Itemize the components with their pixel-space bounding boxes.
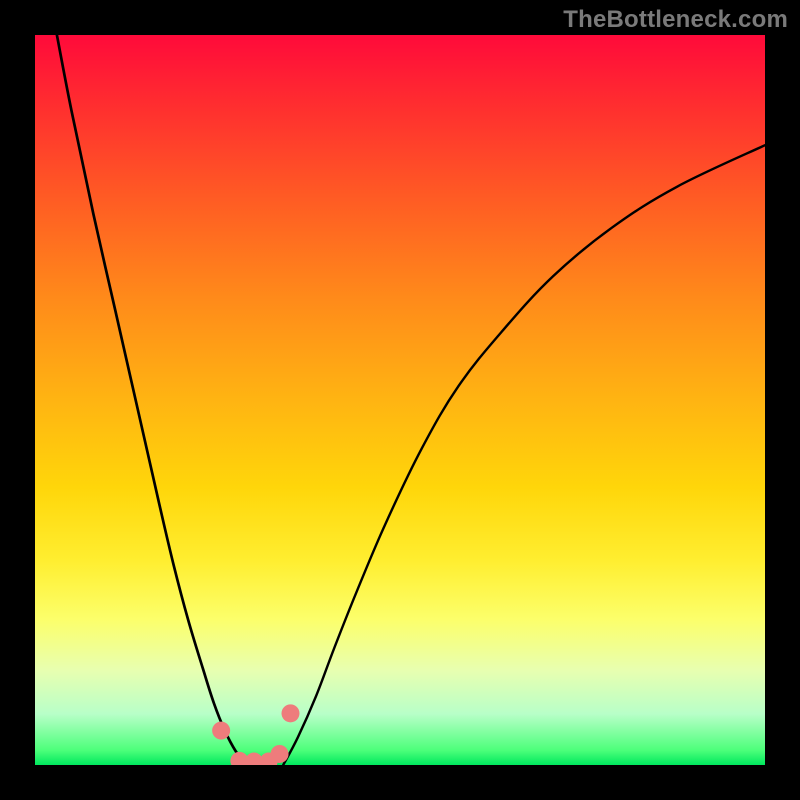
chart-svg — [35, 35, 765, 765]
curve-marker — [271, 745, 289, 763]
watermark-text: TheBottleneck.com — [563, 6, 788, 34]
curve-marker — [212, 722, 230, 740]
curve-right — [283, 145, 765, 765]
outer-frame: TheBottleneck.com — [0, 0, 800, 800]
curve-marker — [282, 704, 300, 722]
plot-area — [35, 35, 765, 765]
curve-left — [57, 35, 247, 765]
